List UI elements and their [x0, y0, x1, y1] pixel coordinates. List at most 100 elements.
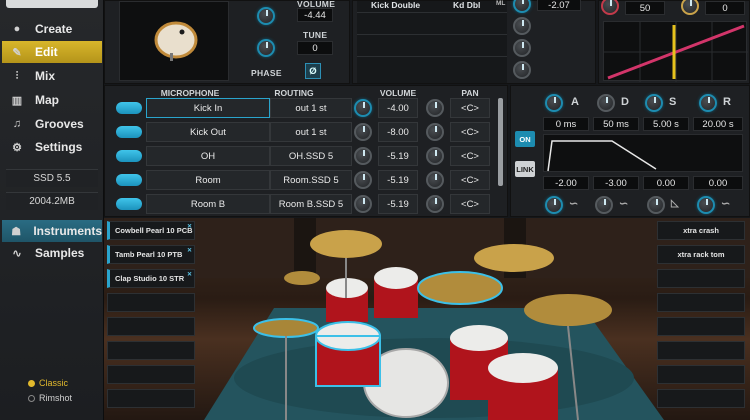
- articulation-rimshot[interactable]: Rimshot: [28, 393, 72, 403]
- mic-volume-knob[interactable]: [354, 171, 372, 189]
- empty-slot[interactable]: [657, 341, 745, 360]
- mic-pan[interactable]: <C>: [450, 146, 490, 166]
- remove-icon[interactable]: ✕: [187, 271, 192, 278]
- velocity-knob-yellow[interactable]: [681, 0, 699, 15]
- curve-knob-3[interactable]: [647, 196, 665, 214]
- nav-grooves[interactable]: ♫ Grooves: [2, 113, 102, 135]
- empty-slot[interactable]: [657, 269, 745, 288]
- envelope-on-button[interactable]: ON: [515, 131, 535, 147]
- mic-pan-knob[interactable]: [426, 99, 444, 117]
- decay-time[interactable]: 50 ms: [593, 117, 639, 131]
- mic-volume[interactable]: -5.19: [378, 170, 418, 190]
- mic-name[interactable]: Room: [146, 170, 270, 190]
- extra-instrument-slot[interactable]: Tamb Pearl 10 PTB ✕: [107, 245, 195, 264]
- tune-value[interactable]: 0: [297, 41, 333, 55]
- attack-knob[interactable]: [545, 94, 563, 112]
- empty-slot[interactable]: [657, 293, 745, 312]
- nav-mix[interactable]: ⫶ Mix: [2, 65, 102, 87]
- mic-pan[interactable]: <C>: [450, 122, 490, 142]
- nav-create[interactable]: ● Create: [2, 18, 102, 40]
- mic-name[interactable]: OH: [146, 146, 270, 166]
- decay-knob[interactable]: [597, 94, 615, 112]
- mic-volume-knob[interactable]: [354, 99, 372, 117]
- nav-instruments[interactable]: ☗ Instruments: [2, 220, 102, 242]
- mic-toggle[interactable]: [116, 150, 142, 162]
- sustain-time[interactable]: 5.00 s: [643, 117, 689, 131]
- curve-knob-2[interactable]: [595, 196, 613, 214]
- tune-knob[interactable]: [257, 39, 275, 57]
- phase-button[interactable]: Ø: [305, 63, 321, 79]
- volume-knob[interactable]: [257, 7, 275, 25]
- mic-volume[interactable]: -5.19: [378, 194, 418, 214]
- mic-pan-knob[interactable]: [426, 123, 444, 141]
- volume-value[interactable]: -4.44: [297, 8, 333, 22]
- extra-instrument-slot[interactable]: Clap Studio 10 STR ✕: [107, 269, 195, 288]
- mic-toggle[interactable]: [116, 126, 142, 138]
- mic-name[interactable]: Kick Out: [146, 122, 270, 142]
- mic-name[interactable]: Kick In: [146, 98, 270, 118]
- curve-knob-4[interactable]: [697, 196, 715, 214]
- empty-slot[interactable]: [107, 341, 195, 360]
- mic-routing[interactable]: Room.SSD 5: [270, 170, 352, 190]
- velocity-knob-red[interactable]: [601, 0, 619, 15]
- articulation-knob-3[interactable]: [513, 39, 531, 57]
- mic-routing[interactable]: out 1 st: [270, 122, 352, 142]
- articulation-knob-2[interactable]: [513, 17, 531, 35]
- nav-edit[interactable]: ✎ Edit: [2, 41, 102, 63]
- mic-pan[interactable]: <C>: [450, 194, 490, 214]
- envelope-display[interactable]: [543, 134, 743, 172]
- articulation-knob-1[interactable]: [513, 0, 531, 13]
- remove-icon[interactable]: ✕: [187, 223, 192, 230]
- mic-pan-knob[interactable]: [426, 147, 444, 165]
- envelope-value-3[interactable]: 0.00: [643, 176, 689, 190]
- articulation-name[interactable]: Kick Double: [371, 0, 420, 10]
- mic-pan[interactable]: <C>: [450, 170, 490, 190]
- velocity-curve-display[interactable]: [603, 21, 748, 82]
- mic-toggle[interactable]: [116, 198, 142, 210]
- extra-instrument-slot[interactable]: xtra rack tom: [657, 245, 745, 264]
- mixer-scrollbar[interactable]: [498, 98, 503, 186]
- mic-volume[interactable]: -4.00: [378, 98, 418, 118]
- articulation-classic[interactable]: Classic: [28, 378, 68, 388]
- nav-samples[interactable]: ∿ Samples: [2, 242, 102, 264]
- nav-map[interactable]: ▥ Map: [2, 89, 102, 111]
- curve-knob-1[interactable]: [545, 196, 563, 214]
- attack-time[interactable]: 0 ms: [543, 117, 589, 131]
- articulation-knob-4[interactable]: [513, 61, 531, 79]
- mic-pan-knob[interactable]: [426, 195, 444, 213]
- mic-routing[interactable]: OH.SSD 5: [270, 146, 352, 166]
- envelope-value-4[interactable]: 0.00: [693, 176, 743, 190]
- release-knob[interactable]: [699, 94, 717, 112]
- mic-routing[interactable]: Room B.SSD 5: [270, 194, 352, 214]
- extra-instrument-slot[interactable]: xtra crash: [657, 221, 745, 240]
- release-time[interactable]: 20.00 s: [693, 117, 743, 131]
- empty-slot[interactable]: [107, 389, 195, 408]
- mic-volume[interactable]: -5.19: [378, 146, 418, 166]
- mic-pan-knob[interactable]: [426, 171, 444, 189]
- mic-volume-knob[interactable]: [354, 123, 372, 141]
- mic-volume-knob[interactable]: [354, 147, 372, 165]
- envelope-value-1[interactable]: -2.00: [543, 176, 589, 190]
- empty-slot[interactable]: [657, 317, 745, 336]
- empty-slot[interactable]: [107, 293, 195, 312]
- envelope-value-2[interactable]: -3.00: [593, 176, 639, 190]
- articulation-value[interactable]: -2.07: [537, 0, 581, 11]
- envelope-link-button[interactable]: LINK: [515, 161, 535, 177]
- extra-instrument-slot[interactable]: Cowbell Pearl 10 PCB ✕: [107, 221, 195, 240]
- velocity-value-1[interactable]: 50: [625, 1, 665, 15]
- mic-pan[interactable]: <C>: [450, 98, 490, 118]
- remove-icon[interactable]: ✕: [187, 247, 192, 254]
- sustain-knob[interactable]: [645, 94, 663, 112]
- empty-slot[interactable]: [107, 365, 195, 384]
- velocity-value-2[interactable]: 0: [705, 1, 745, 15]
- empty-slot[interactable]: [657, 389, 745, 408]
- empty-slot[interactable]: [657, 365, 745, 384]
- mic-name[interactable]: Room B: [146, 194, 270, 214]
- mic-toggle[interactable]: [116, 102, 142, 114]
- mic-routing[interactable]: out 1 st: [270, 98, 352, 118]
- nav-settings[interactable]: ⚙ Settings: [2, 136, 102, 158]
- empty-slot[interactable]: [107, 317, 195, 336]
- mic-volume[interactable]: -8.00: [378, 122, 418, 142]
- mic-toggle[interactable]: [116, 174, 142, 186]
- mic-volume-knob[interactable]: [354, 195, 372, 213]
